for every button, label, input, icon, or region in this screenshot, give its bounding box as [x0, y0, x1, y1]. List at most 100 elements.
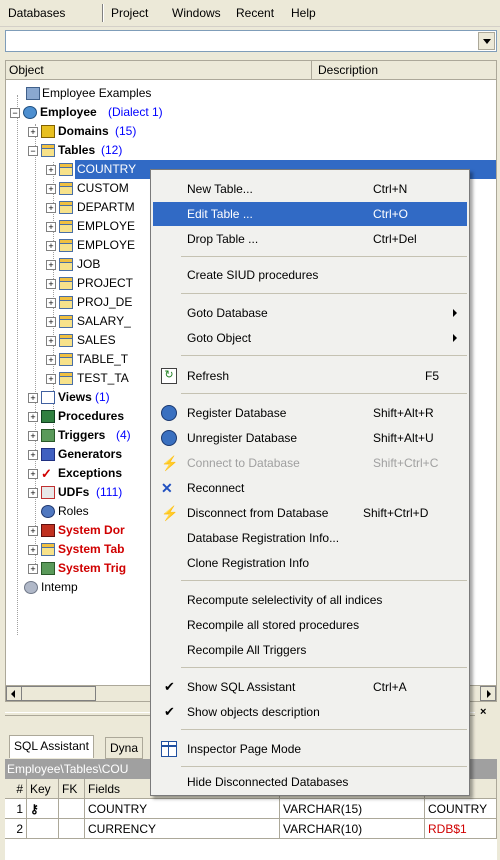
grid-cell-field[interactable]: CURRENCY	[85, 819, 280, 839]
expand-icon[interactable]: +	[28, 412, 38, 422]
tab-sql-assistant[interactable]: SQL Assistant	[9, 735, 94, 758]
grid-row-num: 1	[5, 799, 27, 819]
menu-item-hide-disconnected[interactable]: Hide Disconnected Databases	[153, 770, 467, 794]
database-icon	[24, 581, 38, 594]
tree-header: Object Description	[5, 60, 497, 80]
grid-cell-key	[27, 819, 59, 839]
table-icon	[59, 258, 73, 271]
reconnect-icon: ✕	[161, 480, 173, 496]
expand-icon[interactable]: +	[28, 545, 38, 555]
menu-item-recompile-procedures[interactable]: Recompile all stored procedures	[153, 613, 467, 637]
grid-cell-domain[interactable]: RDB$1	[425, 819, 497, 839]
combo-dropdown-button[interactable]	[478, 32, 495, 50]
expand-icon[interactable]: +	[28, 469, 38, 479]
expand-icon[interactable]: +	[28, 450, 38, 460]
menu-item-register-database[interactable]: Register Database Shift+Alt+R	[153, 401, 467, 425]
tab-dynamic[interactable]: Dyna	[105, 737, 144, 759]
column-description[interactable]: Description	[318, 63, 378, 77]
expand-icon[interactable]: +	[28, 564, 38, 574]
table-icon	[59, 239, 73, 252]
collapse-icon[interactable]: −	[10, 108, 20, 118]
expand-icon[interactable]: +	[46, 374, 56, 384]
menu-recent[interactable]: Recent	[236, 6, 274, 20]
menu-item-goto-object[interactable]: Goto Object	[153, 326, 467, 350]
menu-separator	[181, 355, 467, 356]
expand-icon[interactable]: +	[46, 317, 56, 327]
expand-icon[interactable]: +	[28, 526, 38, 536]
menu-databases[interactable]: Databases	[8, 6, 65, 20]
expand-icon[interactable]: +	[46, 336, 56, 346]
expand-icon[interactable]: +	[46, 260, 56, 270]
menu-item-new-table[interactable]: New Table... Ctrl+N	[153, 177, 467, 201]
menu-item-registration-info[interactable]: Database Registration Info...	[153, 526, 467, 550]
expand-icon[interactable]: +	[46, 184, 56, 194]
menu-separator	[181, 393, 467, 394]
checkmark-icon: ✔	[164, 704, 175, 719]
primary-key-icon: ⚷	[30, 802, 39, 816]
column-object[interactable]: Object	[9, 63, 44, 77]
expand-icon[interactable]: +	[28, 488, 38, 498]
collapse-icon[interactable]: −	[28, 146, 38, 156]
expand-icon[interactable]: +	[28, 393, 38, 403]
views-icon	[41, 391, 55, 404]
menu-item-show-sql-assistant[interactable]: ✔ Show SQL Assistant Ctrl+A	[153, 675, 467, 699]
grid-cell-type[interactable]: VARCHAR(15)	[280, 799, 425, 819]
expand-icon[interactable]: +	[46, 298, 56, 308]
scroll-right-button[interactable]	[480, 686, 496, 701]
grid-cell-fk	[59, 819, 85, 839]
menu-item-clone-registration[interactable]: Clone Registration Info	[153, 551, 467, 575]
submenu-arrow-icon	[453, 334, 457, 342]
close-icon[interactable]: ×	[480, 706, 486, 718]
grid-cell-field[interactable]: COUNTRY	[85, 799, 280, 819]
connect-icon: ⚡	[161, 455, 179, 471]
expand-icon[interactable]: +	[28, 127, 38, 137]
menu-item-recompile-triggers[interactable]: Recompile All Triggers	[153, 638, 467, 662]
system-triggers-icon	[41, 562, 55, 575]
menu-project[interactable]: Project	[111, 6, 148, 20]
grid-header-fk[interactable]: FK	[59, 779, 85, 799]
table-icon	[59, 315, 73, 328]
scroll-left-button[interactable]	[6, 686, 22, 701]
tables-icon	[41, 144, 55, 157]
expand-icon[interactable]: +	[46, 355, 56, 365]
expand-icon[interactable]: +	[28, 431, 38, 441]
menu-item-reconnect[interactable]: ✕ Reconnect	[153, 476, 467, 500]
grid-row-num: 2	[5, 819, 27, 839]
generators-icon	[41, 448, 55, 461]
menu-item-drop-table[interactable]: Drop Table ... Ctrl+Del	[153, 227, 467, 251]
expand-icon[interactable]: +	[46, 241, 56, 251]
menu-item-create-siud[interactable]: Create SIUD procedures	[153, 263, 467, 287]
menu-item-edit-table[interactable]: Edit Table ... Ctrl+O	[153, 202, 467, 226]
menu-item-refresh[interactable]: ↻ Refresh F5	[153, 364, 467, 388]
menu-bar: Databases Project Windows Recent Help	[0, 0, 500, 27]
menu-separator	[181, 667, 467, 668]
expand-icon[interactable]: +	[46, 279, 56, 289]
menu-help[interactable]: Help	[291, 6, 316, 20]
grid-cell-type[interactable]: VARCHAR(10)	[280, 819, 425, 839]
menu-item-show-descriptions[interactable]: ✔ Show objects description	[153, 700, 467, 724]
menu-item-disconnect-database[interactable]: ⚡ Disconnect from Database Shift+Ctrl+D	[153, 501, 467, 525]
expand-icon[interactable]: +	[46, 222, 56, 232]
database-icon	[23, 106, 37, 119]
grid-header-num: #	[5, 779, 27, 799]
register-database-icon	[161, 405, 177, 421]
database-combo[interactable]	[5, 30, 497, 52]
menu-item-inspector-page-mode[interactable]: Inspector Page Mode	[153, 737, 467, 761]
scroll-thumb[interactable]	[21, 686, 96, 701]
table-icon	[59, 296, 73, 309]
menu-item-unregister-database[interactable]: Unregister Database Shift+Alt+U	[153, 426, 467, 450]
table-icon	[59, 353, 73, 366]
expand-icon[interactable]: +	[46, 165, 56, 175]
menu-windows[interactable]: Windows	[172, 6, 221, 20]
menu-item-goto-database[interactable]: Goto Database	[153, 301, 467, 325]
inspector-icon	[161, 741, 177, 757]
refresh-icon: ↻	[161, 368, 177, 384]
menu-item-connect-database[interactable]: ⚡ Connect to Database Shift+Ctrl+C	[153, 451, 467, 475]
menu-separator	[102, 4, 104, 22]
expand-icon[interactable]: +	[46, 203, 56, 213]
grid-header-key[interactable]: Key	[27, 779, 59, 799]
submenu-arrow-icon	[453, 309, 457, 317]
disconnect-icon: ⚡	[161, 505, 179, 521]
menu-item-recompute-selectivity[interactable]: Recompute selelectivity of all indices	[153, 588, 467, 612]
grid-cell-domain[interactable]: COUNTRY	[425, 799, 497, 819]
